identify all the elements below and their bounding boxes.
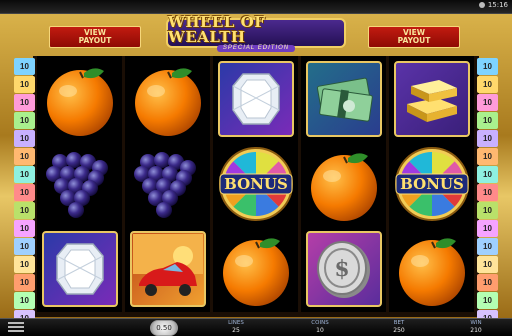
payline-marker-left[interactable]: 10 (14, 130, 35, 147)
payline-marker-left[interactable]: 10 (14, 274, 35, 291)
logo-subtitle: SPECIAL EDITION (216, 44, 296, 52)
grapes-icon (125, 141, 210, 226)
orange-icon (37, 56, 122, 141)
payline-marker-left[interactable]: 10 (14, 94, 35, 111)
lines-label: LINES (228, 320, 244, 326)
payline-marker-right[interactable]: 10 (477, 220, 498, 237)
payline-marker-left[interactable]: 10 (14, 292, 35, 309)
payline-marker-right[interactable]: 10 (477, 256, 498, 273)
bonus-wheel-icon: BONUS (389, 141, 474, 226)
view-payout-left-line2: PAYOUT (78, 36, 112, 45)
payline-marker-right[interactable]: 10 (477, 112, 498, 129)
win-value: 210 (470, 327, 482, 334)
diamond-icon (37, 226, 122, 311)
orange-icon (213, 226, 298, 311)
orange-icon (125, 56, 210, 141)
reels: BONUS $ BONUS (37, 56, 475, 312)
payline-marker-left[interactable]: 10 (14, 202, 35, 219)
gold-bars-icon (389, 56, 474, 141)
payline-marker-right[interactable]: 10 (477, 76, 498, 93)
payline-marker-right[interactable]: 10 (477, 184, 498, 201)
coin-size-button[interactable]: 0.50 (150, 320, 178, 336)
game-logo: WHEEL OF WEALTH SPECIAL EDITION (166, 12, 346, 52)
grapes-icon (37, 141, 122, 226)
payline-marker-left[interactable]: 10 (14, 184, 35, 201)
payline-marker-left[interactable]: 10 (14, 238, 35, 255)
control-bar: 0.50 LINES 25 COINS 10 BET 250 WIN 210 (0, 318, 512, 336)
coins-display: COINS 10 (290, 319, 350, 335)
silver-coin-icon: $ (301, 226, 386, 311)
payline-marker-left[interactable]: 10 (14, 220, 35, 237)
bet-display: BET 250 (369, 319, 429, 335)
svg-text:BONUS: BONUS (400, 175, 464, 193)
payline-marker-left[interactable]: 10 (14, 76, 35, 93)
payline-marker-right[interactable]: 10 (477, 166, 498, 183)
payline-marker-right[interactable]: 10 (477, 292, 498, 309)
orange-icon (301, 141, 386, 226)
coins-value: 10 (316, 327, 324, 334)
payline-marker-right[interactable]: 10 (477, 94, 498, 111)
payline-markers-right: 101010101010101010101010101010 (477, 58, 498, 327)
lines-value: 25 (232, 327, 240, 334)
sports-car-icon (125, 226, 210, 311)
cash-bundle-icon (301, 56, 386, 141)
payline-markers-left: 101010101010101010101010101010 (14, 58, 35, 327)
status-bar: 15:16 (0, 0, 512, 14)
slot-game-stage: 15:16 VIEW PAYOUT WHEEL OF WEALTH SPECIA… (0, 0, 512, 336)
payline-marker-right[interactable]: 10 (477, 274, 498, 291)
view-payout-button-right[interactable]: VIEW PAYOUT (368, 26, 460, 48)
orange-icon (389, 226, 474, 311)
view-payout-right-line2: PAYOUT (397, 36, 431, 45)
payline-marker-right[interactable]: 10 (477, 130, 498, 147)
win-display: WIN 210 (446, 319, 506, 335)
reel-5: BONUS (389, 56, 474, 312)
payline-marker-left[interactable]: 10 (14, 148, 35, 165)
lines-display: LINES 25 (206, 319, 266, 335)
payline-marker-right[interactable]: 10 (477, 58, 498, 75)
bet-value: 250 (393, 327, 405, 334)
diamond-icon (213, 56, 298, 141)
logo-title: WHEEL OF WEALTH (168, 12, 266, 46)
clock-time: 15:16 (487, 1, 508, 9)
menu-icon[interactable] (8, 322, 24, 334)
payline-marker-left[interactable]: 10 (14, 58, 35, 75)
svg-text:BONUS: BONUS (224, 175, 288, 193)
coins-label: COINS (311, 320, 329, 326)
bonus-wheel-icon: BONUS (213, 141, 298, 226)
clock-icon (478, 2, 485, 8)
payline-marker-left[interactable]: 10 (14, 166, 35, 183)
win-label: WIN (470, 320, 482, 326)
payline-marker-right[interactable]: 10 (477, 202, 498, 219)
reel-1 (37, 56, 122, 312)
clock: 15:16 (478, 1, 508, 9)
view-payout-button-left[interactable]: VIEW PAYOUT (49, 26, 141, 48)
payline-marker-left[interactable]: 10 (14, 256, 35, 273)
payline-marker-right[interactable]: 10 (477, 238, 498, 255)
payline-marker-left[interactable]: 10 (14, 112, 35, 129)
payline-marker-right[interactable]: 10 (477, 148, 498, 165)
reel-3: BONUS (213, 56, 298, 312)
reel-4: $ (301, 56, 386, 312)
bet-label: BET (393, 320, 405, 326)
svg-text:$: $ (334, 256, 349, 282)
reel-2 (125, 56, 210, 312)
